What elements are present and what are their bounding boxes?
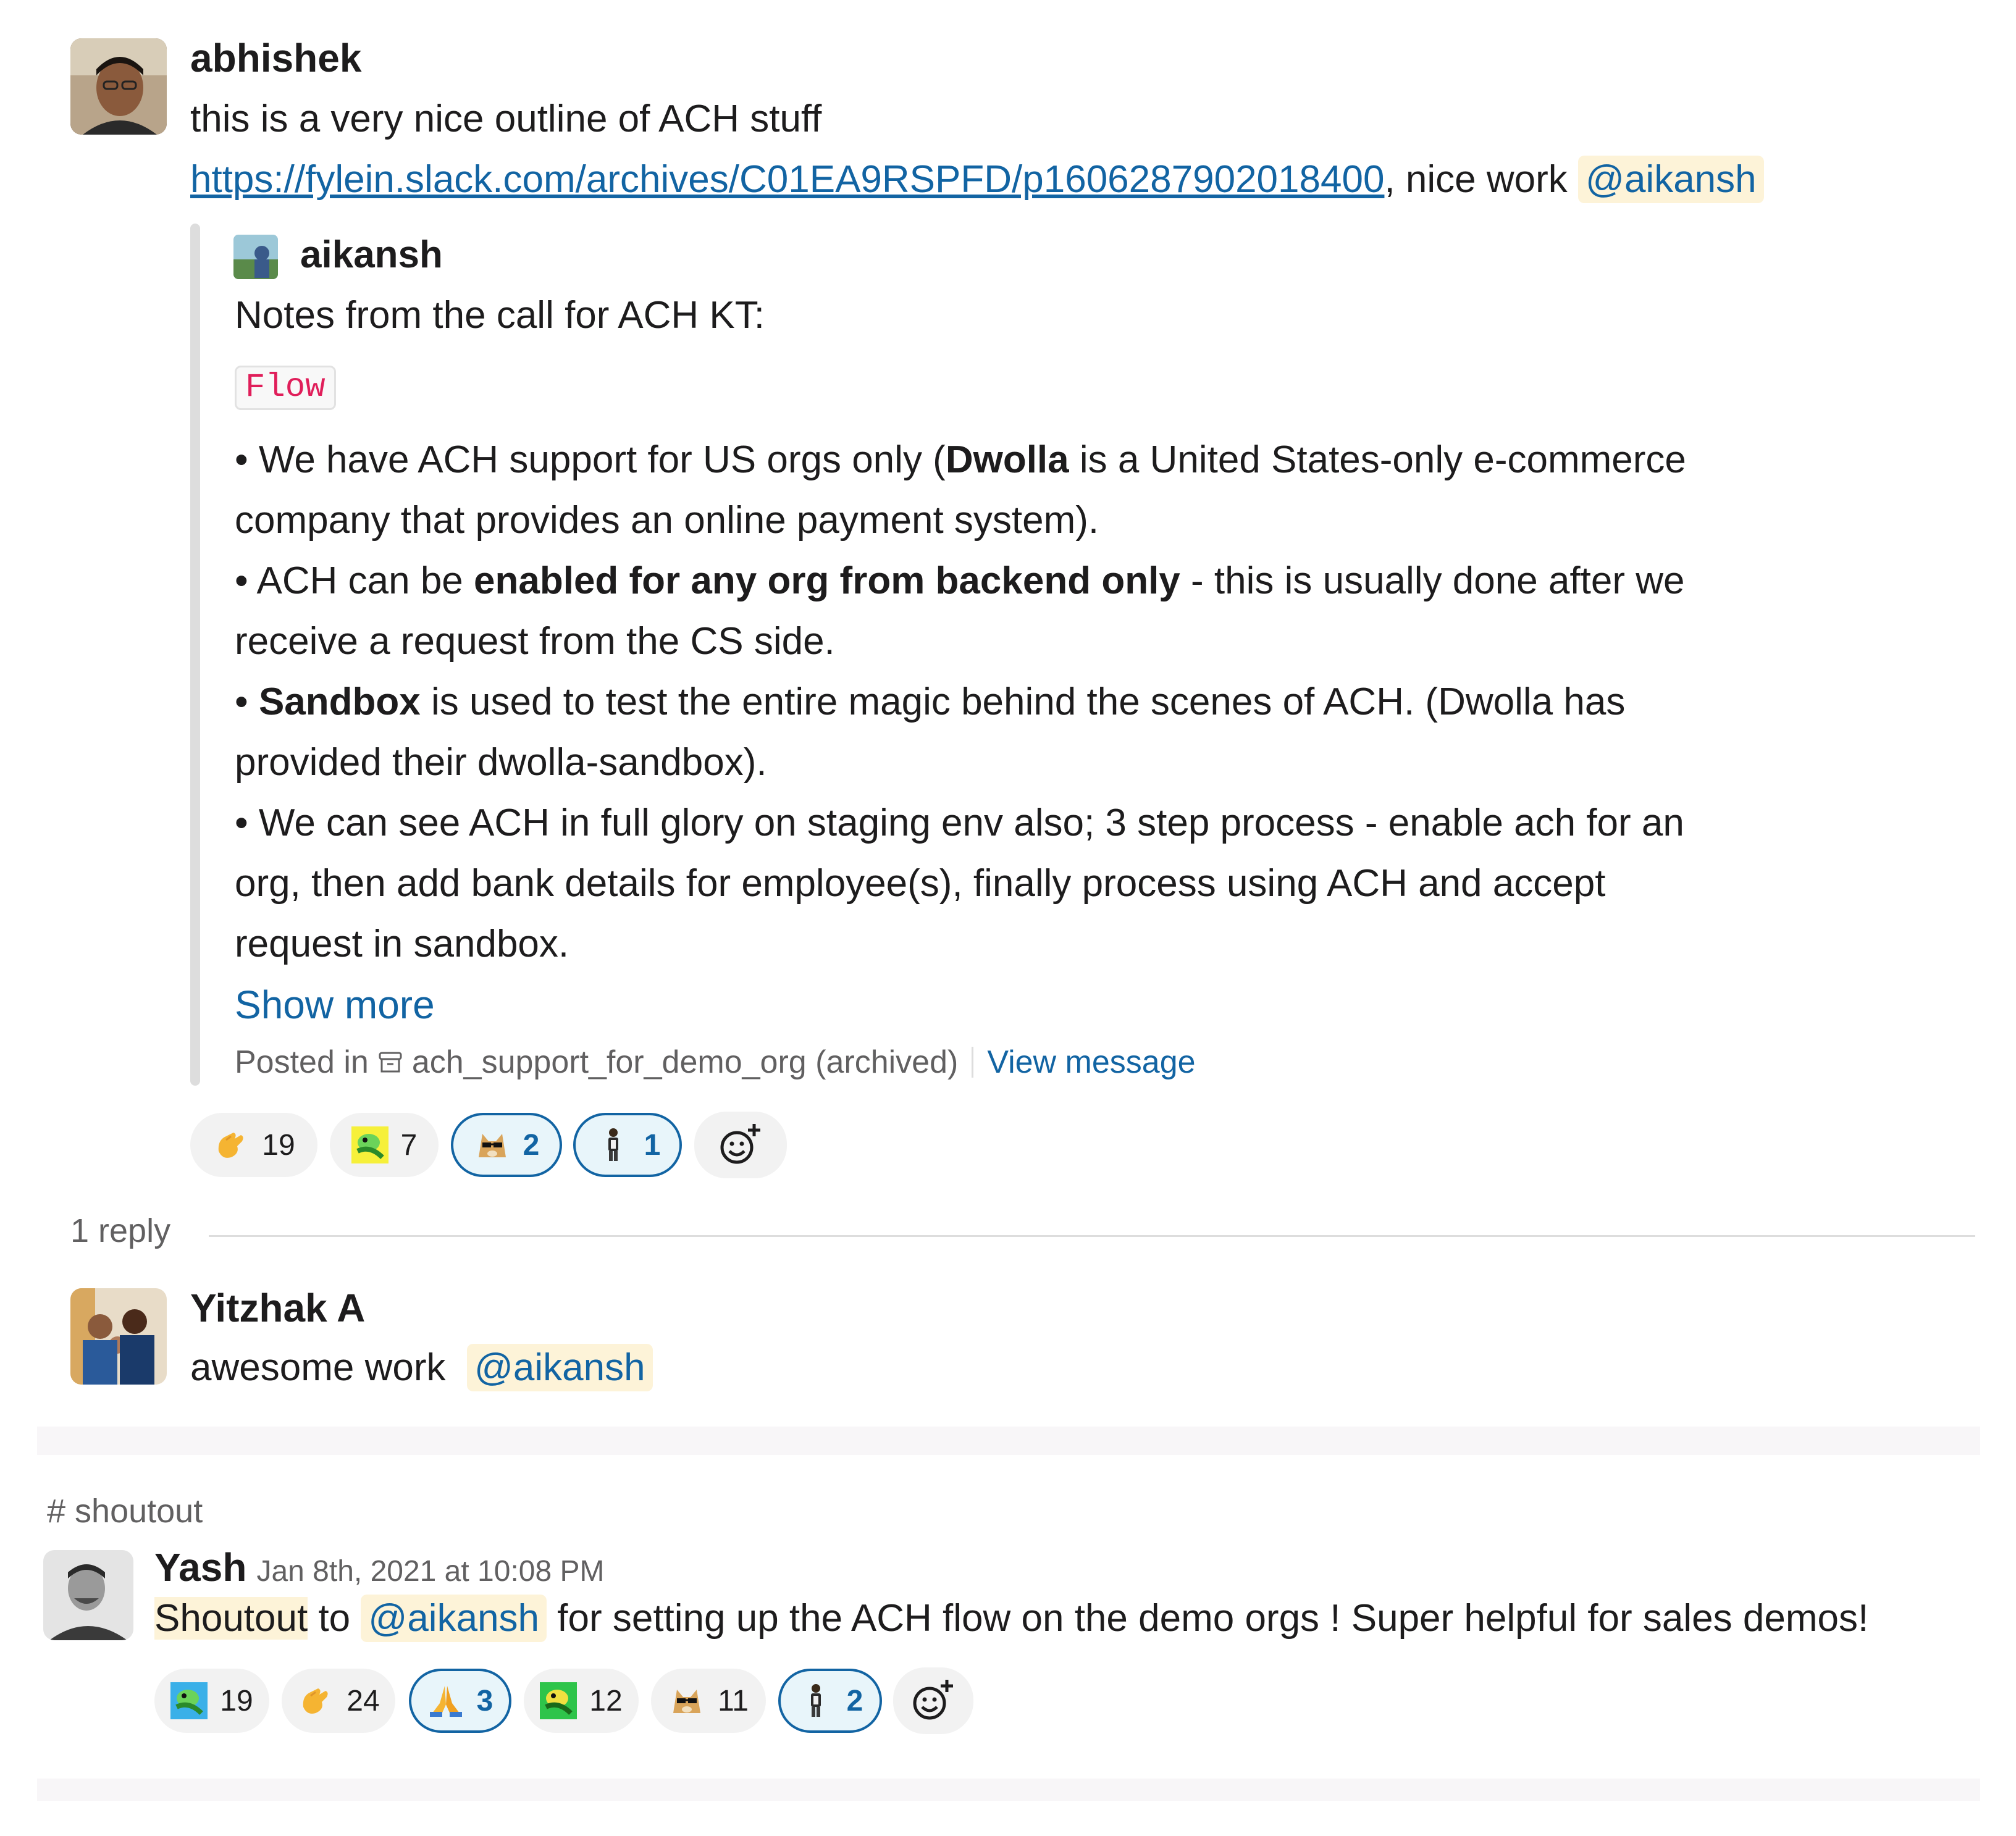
channel-name: shoutout — [75, 1493, 203, 1530]
reaction-doge[interactable]: 11 — [651, 1669, 766, 1733]
reply-divider — [209, 1235, 1975, 1237]
reply-text: awesome work @aikansh — [190, 1338, 653, 1398]
attachment-author[interactable]: aikansh — [300, 236, 443, 274]
code-flow: Flow — [235, 366, 336, 410]
bullet-1-post: is a United States-only e-commerce — [1069, 438, 1686, 481]
reaction-count: 1 — [644, 1128, 661, 1162]
highlight-word: Shoutout — [154, 1597, 308, 1640]
person-standing-icon — [810, 1684, 821, 1717]
mention-aikansh[interactable]: @aikansh — [466, 1344, 653, 1391]
reply-body: awesome work — [190, 1346, 446, 1389]
reaction-count: 19 — [262, 1128, 295, 1162]
person-standing-icon — [608, 1128, 618, 1161]
reaction-parrot-green[interactable]: 12 — [524, 1669, 639, 1733]
attachment-author-avatar — [233, 235, 278, 279]
attachment-intro: Notes from the call for ACH KT: — [235, 294, 765, 337]
party-parrot-green-icon — [540, 1682, 578, 1719]
reaction-count: 11 — [718, 1684, 749, 1717]
archive-icon — [376, 1048, 405, 1076]
bullet-2: • ACH can be enabled for any org from ba… — [235, 551, 1841, 611]
reaction-clap[interactable]: 24 — [282, 1669, 395, 1733]
bullet-3-post: is used to test the entire magic behind … — [420, 681, 1626, 723]
channel-archived-link[interactable]: ach_support_for_demo_org (archived) — [412, 1044, 959, 1081]
bullet-4-line-3: request in sandbox. — [235, 923, 569, 965]
posted-in-label: Posted in — [235, 1044, 369, 1080]
avatar-abhishek[interactable] — [70, 38, 167, 135]
bullet-3-line-2: provided their dwolla-sandbox). — [235, 741, 767, 784]
channel-header[interactable]: # shoutout — [47, 1492, 203, 1530]
clap-icon — [219, 1133, 243, 1158]
bullet-2-line-2: receive a request from the CS side. — [235, 620, 835, 663]
bullet-1-line-2: company that provides an online payment … — [235, 499, 1099, 542]
reaction-count: 2 — [523, 1128, 540, 1162]
attachment-body: Notes from the call for ACH KT: Flow • W… — [235, 285, 1841, 1035]
message-text: this is a very nice outline of ACH stuff… — [190, 89, 1764, 210]
footer-separator — [972, 1047, 974, 1078]
bullet-2-bold: enabled for any org from backend only — [474, 560, 1180, 602]
reaction-parrot-blue[interactable]: 19 — [154, 1669, 269, 1733]
reaction-person[interactable]: 1 — [573, 1113, 682, 1177]
message2-text: Shoutout to @aikansh for setting up the … — [154, 1588, 1868, 1649]
mention-aikansh[interactable]: @aikansh — [1578, 156, 1764, 203]
message-separator-band — [37, 1779, 1980, 1801]
reaction-count: 19 — [220, 1684, 253, 1717]
doge-sunglasses-icon — [673, 1690, 701, 1713]
bullet-3: • Sandbox is used to test the entire mag… — [235, 672, 1841, 732]
reaction-clap[interactable]: 19 — [190, 1113, 317, 1177]
party-parrot-blue-icon — [170, 1682, 208, 1719]
add-reaction-icon — [913, 1680, 953, 1720]
avatar-yitzhak-image — [70, 1288, 167, 1385]
avatar-abhishek-image — [70, 38, 167, 135]
message-link[interactable]: https://fylein.slack.com/archives/C01EA9… — [190, 158, 1384, 201]
message2-author[interactable]: Yash — [154, 1548, 246, 1587]
add-reaction-button[interactable] — [694, 1112, 787, 1178]
bullet-2-post: - this is usually done after we — [1180, 560, 1685, 602]
reaction-count: 24 — [346, 1684, 380, 1717]
message-line-2: https://fylein.slack.com/archives/C01EA9… — [190, 149, 1764, 210]
bullet-1-bold: Dwolla — [945, 438, 1069, 481]
doge-sunglasses-icon — [478, 1134, 506, 1157]
avatar-yash[interactable] — [43, 1550, 133, 1640]
avatar-yitzhak[interactable] — [70, 1288, 167, 1385]
reaction-doge[interactable]: 2 — [451, 1113, 562, 1177]
reaction-count: 3 — [476, 1684, 494, 1717]
reaction-count: 2 — [846, 1684, 863, 1717]
add-reaction-icon — [720, 1124, 760, 1164]
view-message-link[interactable]: View message — [987, 1044, 1195, 1081]
reaction-party-parrot[interactable]: 7 — [330, 1113, 439, 1177]
reply-count[interactable]: 1 reply — [70, 1212, 170, 1250]
pray-icon — [429, 1686, 462, 1717]
attachment-border — [190, 224, 200, 1086]
bullet-4-line-1: • We can see ACH in full glory on stagin… — [235, 802, 1684, 844]
bullet-1-pre: • We have ACH support for US orgs only ( — [235, 438, 946, 481]
reaction-count: 7 — [400, 1128, 418, 1162]
clap-icon — [303, 1688, 328, 1714]
message2-rest: for setting up the ACH flow on the demo … — [547, 1597, 1869, 1640]
attachment-code-row: Flow — [235, 346, 1841, 430]
reaction-pray[interactable]: 3 — [409, 1669, 511, 1733]
reply-author[interactable]: Yitzhak A — [190, 1288, 365, 1328]
show-more-link[interactable]: Show more — [235, 975, 1841, 1035]
mention-aikansh[interactable]: @aikansh — [361, 1595, 547, 1642]
bullet-1: • We have ACH support for US orgs only (… — [235, 430, 1841, 490]
message2-timestamp[interactable]: Jan 8th, 2021 at 10:08 PM — [256, 1554, 604, 1588]
avatar-yash-image — [43, 1550, 133, 1640]
hash-icon: # — [47, 1493, 75, 1530]
add-reaction-button[interactable] — [893, 1667, 973, 1734]
bullet-4-line-2: org, then add bank details for employee(… — [235, 862, 1606, 905]
message2-to: to — [308, 1597, 361, 1640]
reaction-count: 12 — [589, 1684, 623, 1717]
message-text-after-link: , nice work — [1384, 158, 1578, 201]
bullet-2-pre: • ACH can be — [235, 560, 474, 602]
message-author[interactable]: abhishek — [190, 38, 361, 78]
bullet-3-bold: Sandbox — [258, 681, 421, 723]
message2-header: Yash Jan 8th, 2021 at 10:08 PM — [154, 1548, 605, 1588]
message-separator-band — [37, 1427, 1980, 1455]
message-line-1: this is a very nice outline of ACH stuff — [190, 98, 822, 140]
attachment-footer: Posted in ach_support_for_demo_org (arch… — [235, 1044, 1196, 1081]
reaction-person[interactable]: 2 — [778, 1669, 882, 1733]
party-parrot-icon — [351, 1126, 388, 1163]
bullet-3-pre: • — [235, 681, 259, 723]
